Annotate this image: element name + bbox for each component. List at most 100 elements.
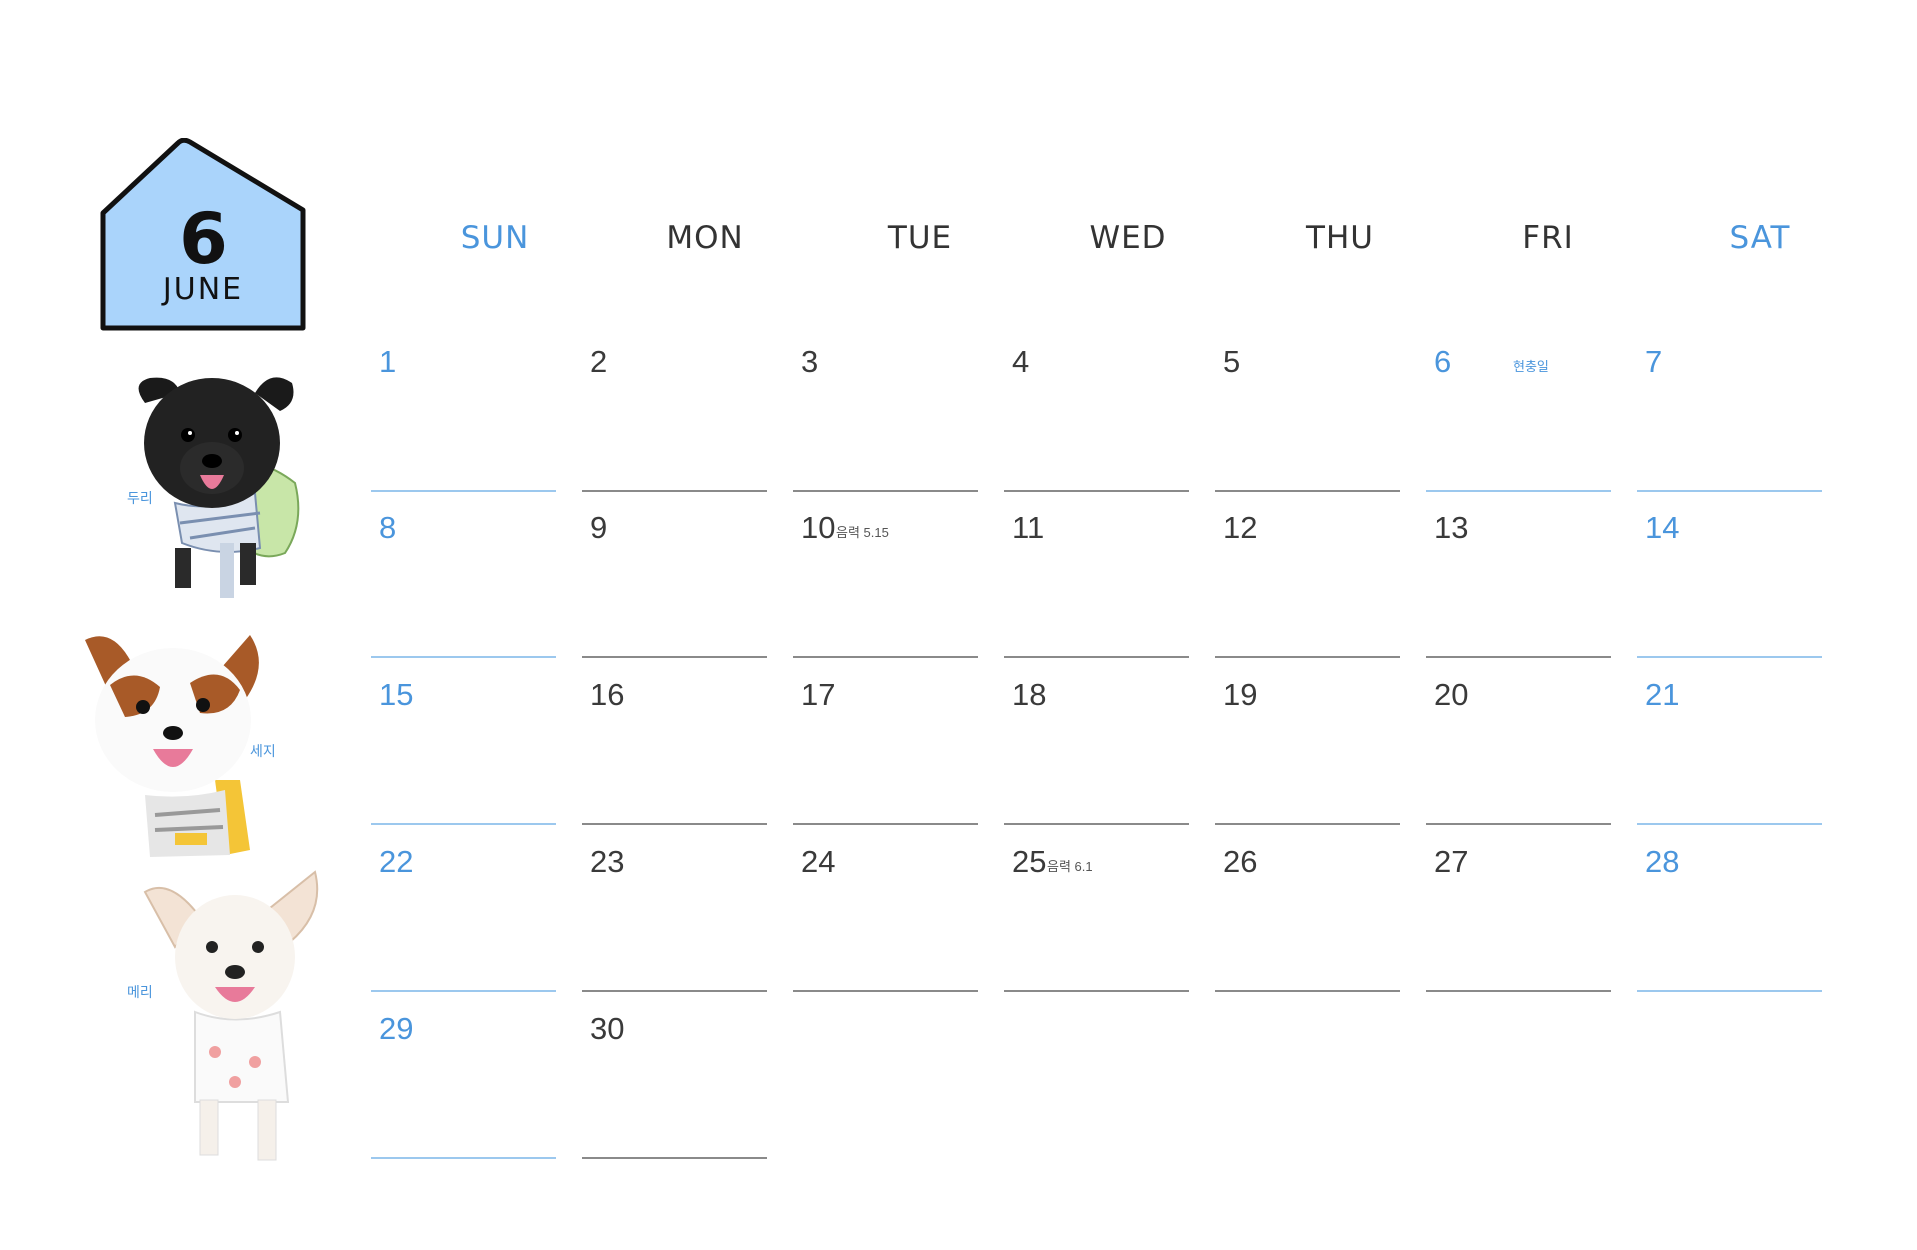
month-badge: 6 JUNE [98, 138, 308, 333]
day-number: 17 [801, 677, 836, 712]
day-cell[interactable]: 26 [1215, 826, 1400, 992]
dog-name-label: 세지 [250, 744, 276, 760]
day-cell[interactable]: 16 [582, 659, 767, 825]
day-note: 현충일 [1513, 359, 1549, 374]
day-cell[interactable]: 30 [582, 993, 767, 1159]
day-number: 29 [379, 1011, 414, 1046]
day-number: 14 [1645, 510, 1680, 545]
day-cell[interactable]: 17 [793, 659, 978, 825]
day-note: 음력 6.1 [1047, 859, 1093, 874]
day-underline [371, 1157, 556, 1159]
day-underline [1215, 656, 1400, 658]
day-cell[interactable]: 5 [1215, 326, 1400, 492]
day-cell[interactable]: 12 [1215, 492, 1400, 658]
day-cell[interactable]: 22 [371, 826, 556, 992]
month-name: JUNE [162, 272, 244, 307]
day-underline [1215, 823, 1400, 825]
day-number: 1 [379, 344, 397, 379]
dog-photo-meri [143, 870, 319, 1161]
day-underline [582, 656, 767, 658]
day-cell[interactable]: 9 [582, 492, 767, 658]
weekday-sat: SAT [1729, 220, 1791, 256]
day-number: 7 [1645, 344, 1663, 379]
day-underline [793, 656, 978, 658]
day-underline [1426, 990, 1611, 992]
day-underline [1215, 990, 1400, 992]
day-underline [1426, 823, 1611, 825]
day-number: 27 [1434, 844, 1469, 879]
day-number: 11 [1012, 510, 1045, 545]
day-underline [371, 656, 556, 658]
day-number: 9 [590, 510, 608, 545]
day-number: 26 [1223, 844, 1258, 879]
day-underline [1004, 823, 1189, 825]
day-number: 30 [590, 1011, 625, 1046]
day-number: 24 [801, 844, 836, 879]
day-cell[interactable]: 3 [793, 326, 978, 492]
day-cell[interactable]: 27 [1426, 826, 1611, 992]
day-number: 10 [801, 510, 836, 545]
day-underline [793, 990, 978, 992]
day-number: 2 [590, 344, 608, 379]
day-underline [1637, 656, 1822, 658]
day-underline [1426, 656, 1611, 658]
day-number: 15 [379, 677, 414, 712]
day-cell[interactable]: 18 [1004, 659, 1189, 825]
day-number: 28 [1645, 844, 1680, 879]
day-cell[interactable]: 24 [793, 826, 978, 992]
day-cell[interactable]: 13 [1426, 492, 1611, 658]
day-cell[interactable]: 23 [582, 826, 767, 992]
day-cell[interactable]: 8 [371, 492, 556, 658]
day-cell[interactable]: 28 [1637, 826, 1822, 992]
day-number: 20 [1434, 677, 1469, 712]
day-cell[interactable]: 1 [371, 326, 556, 492]
weekday-mon: MON [666, 220, 744, 256]
day-cell[interactable]: 6 현충일 [1426, 326, 1611, 492]
day-cell[interactable]: 21 [1637, 659, 1822, 825]
day-number: 21 [1645, 677, 1680, 712]
day-cell[interactable]: 10 음력 5.15 [793, 492, 978, 658]
day-cell[interactable]: 4 [1004, 326, 1189, 492]
day-underline [582, 823, 767, 825]
day-number: 4 [1012, 344, 1030, 379]
day-number: 22 [379, 844, 414, 879]
day-number: 16 [590, 677, 625, 712]
day-number: 12 [1223, 510, 1258, 545]
weekday-thu: THU [1306, 220, 1374, 256]
dog-photo-seji [85, 635, 259, 857]
day-cell[interactable]: 20 [1426, 659, 1611, 825]
day-underline [371, 990, 556, 992]
day-cell[interactable]: 25 음력 6.1 [1004, 826, 1189, 992]
weekday-fri: FRI [1522, 220, 1574, 256]
day-number: 18 [1012, 677, 1047, 712]
day-number: 23 [590, 844, 625, 879]
day-underline [582, 990, 767, 992]
day-number: 6 [1434, 344, 1452, 379]
day-number: 25 [1012, 844, 1047, 879]
day-underline [1004, 656, 1189, 658]
day-cell[interactable]: 2 [582, 326, 767, 492]
dog-photo-duri [138, 377, 300, 598]
weekday-tue: TUE [887, 220, 953, 256]
day-underline [1637, 823, 1822, 825]
day-underline [793, 823, 978, 825]
day-number: 8 [379, 510, 397, 545]
day-cell[interactable]: 29 [371, 993, 556, 1159]
day-number: 13 [1434, 510, 1469, 545]
day-underline [582, 1157, 767, 1159]
month-number: 6 [179, 198, 228, 280]
dog-name-label: 메리 [127, 985, 153, 1001]
day-number: 3 [801, 344, 819, 379]
day-cell[interactable]: 11 [1004, 492, 1189, 658]
day-cell[interactable]: 19 [1215, 659, 1400, 825]
day-number: 5 [1223, 344, 1241, 379]
day-cell[interactable]: 7 [1637, 326, 1822, 492]
day-underline [1637, 990, 1822, 992]
weekday-wed: WED [1089, 220, 1167, 256]
day-note: 음력 5.15 [836, 525, 889, 540]
dog-name-label: 두리 [127, 491, 153, 507]
day-cell[interactable]: 15 [371, 659, 556, 825]
weekday-sun: SUN [460, 220, 530, 256]
day-cell[interactable]: 14 [1637, 492, 1822, 658]
day-underline [1004, 990, 1189, 992]
